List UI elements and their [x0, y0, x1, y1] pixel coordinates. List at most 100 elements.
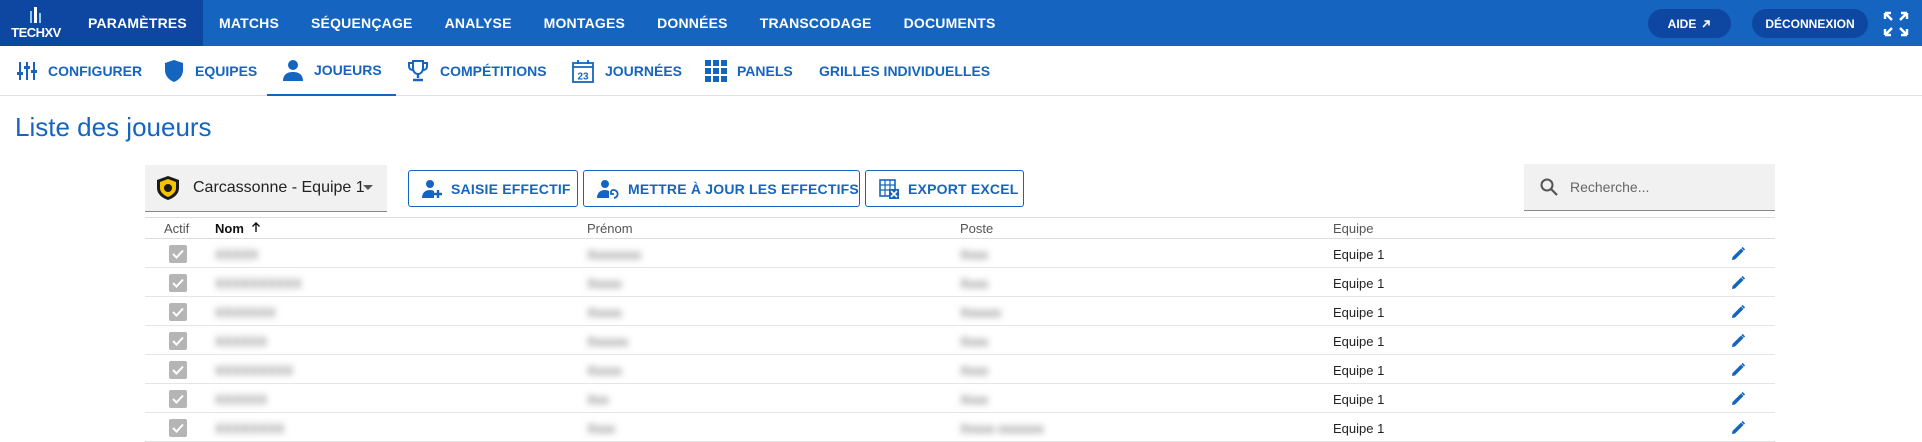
app-logo[interactable]: TECHXV	[0, 0, 72, 46]
tab-panels[interactable]: PANELS	[705, 46, 793, 95]
nav-parametres[interactable]: PARAMÈTRES	[72, 0, 203, 46]
nav-matchs[interactable]: MATCHS	[203, 0, 295, 46]
cell-prenom: Xxxxxx	[587, 334, 629, 349]
active-checkbox[interactable]	[169, 274, 187, 292]
update-roster-label: METTRE À JOUR LES EFFECTIFS	[628, 180, 859, 197]
main-nav: PARAMÈTRES MATCHS SÉQUENÇAGE ANALYSE MON…	[72, 0, 1012, 46]
check-icon	[172, 278, 184, 288]
check-icon	[172, 423, 184, 433]
cell-nom: XXXXXX	[215, 392, 268, 407]
tab-journees[interactable]: 23 JOURNÉES	[571, 46, 682, 95]
tab-grilles-individuelles[interactable]: GRILLES INDIVIDUELLES	[819, 46, 990, 95]
search-field[interactable]	[1524, 164, 1775, 211]
external-link-icon	[1702, 19, 1711, 28]
saisie-effectif-button[interactable]: SAISIE EFFECTIF	[408, 170, 578, 207]
header-prenom[interactable]: Prénom	[587, 221, 633, 236]
cell-nom: XXXXXXXX	[215, 421, 285, 436]
check-icon	[172, 307, 184, 317]
team-select[interactable]: Carcassonne - Equipe 1	[145, 165, 387, 212]
cell-nom: XXXXX	[215, 247, 259, 262]
excel-icon	[879, 178, 899, 199]
active-checkbox[interactable]	[169, 332, 187, 350]
tab-configurer[interactable]: CONFIGURER	[16, 46, 142, 95]
search-input[interactable]	[1570, 179, 1770, 195]
help-label: AIDE	[1667, 16, 1697, 31]
dropdown-arrow-icon	[363, 185, 373, 190]
cell-prenom: Xxxxxxxx	[587, 247, 642, 262]
edit-icon[interactable]	[1730, 246, 1746, 262]
cell-nom: XXXXXX	[215, 334, 268, 349]
sub-nav: CONFIGURER EQUIPES JOUEURS COMPÉTITIONS …	[0, 46, 1922, 96]
nav-documents[interactable]: DOCUMENTS	[888, 0, 1012, 46]
logo-text: TECHXV	[11, 24, 61, 40]
table-header: Actif Nom Prénom Poste Equipe	[145, 218, 1775, 239]
tab-competitions-label: COMPÉTITIONS	[440, 62, 547, 79]
table-row[interactable]: XXXXX Xxxxxxxx Xxxx Equipe 1	[145, 239, 1775, 268]
active-checkbox[interactable]	[169, 419, 187, 437]
cell-nom: XXXXXXX	[215, 305, 276, 320]
table-row[interactable]: XXXXXXXXXX Xxxxx Xxxx Equipe 1	[145, 268, 1775, 297]
active-checkbox[interactable]	[169, 390, 187, 408]
cell-poste: Xxxx	[960, 363, 989, 378]
check-icon	[172, 394, 184, 404]
update-roster-button[interactable]: METTRE À JOUR LES EFFECTIFS	[583, 170, 860, 207]
nav-montages[interactable]: MONTAGES	[528, 0, 641, 46]
nav-transcodage[interactable]: TRANSCODAGE	[744, 0, 888, 46]
tab-equipes-label: EQUIPES	[195, 62, 258, 79]
cell-equipe: Equipe 1	[1333, 392, 1385, 407]
active-checkbox[interactable]	[169, 245, 187, 263]
edit-icon[interactable]	[1730, 420, 1746, 436]
tab-equipes[interactable]: EQUIPES	[163, 46, 257, 95]
export-excel-button[interactable]: EXPORT EXCEL	[865, 170, 1024, 207]
cell-equipe: Equipe 1	[1333, 305, 1385, 320]
header-poste[interactable]: Poste	[960, 221, 993, 236]
fullscreen-icon[interactable]	[1882, 10, 1910, 38]
calendar-icon: 23	[572, 59, 594, 83]
players-table: Actif Nom Prénom Poste Equipe XXXXX Xxxxx…	[145, 217, 1775, 442]
nav-analyse[interactable]: ANALYSE	[429, 0, 528, 46]
tab-grilles-label: GRILLES INDIVIDUELLES	[819, 62, 991, 79]
cell-equipe: Equipe 1	[1333, 247, 1385, 262]
cell-poste: Xxxxx xxxxxxx	[960, 421, 1044, 436]
cell-prenom: Xxxxx	[587, 305, 622, 320]
active-checkbox[interactable]	[169, 303, 187, 321]
sliders-icon	[17, 61, 37, 80]
user-sync-icon	[597, 179, 619, 199]
grid-icon	[705, 59, 727, 82]
edit-icon[interactable]	[1730, 275, 1746, 291]
edit-icon[interactable]	[1730, 333, 1746, 349]
table-row[interactable]: XXXXXX Xxxxxx Xxxx Equipe 1	[145, 326, 1775, 355]
active-checkbox[interactable]	[169, 361, 187, 379]
check-icon	[172, 365, 184, 375]
help-button[interactable]: AIDE	[1648, 9, 1731, 38]
page-title: Liste des joueurs	[15, 112, 212, 142]
search-icon	[1540, 178, 1558, 196]
cell-nom: XXXXXXXXX	[215, 363, 294, 378]
table-row[interactable]: XXXXXXX Xxxxx Xxxxxx Equipe 1	[145, 297, 1775, 326]
edit-icon[interactable]	[1730, 362, 1746, 378]
top-app-bar: TECHXV PARAMÈTRES MATCHS SÉQUENÇAGE ANAL…	[0, 0, 1922, 46]
nav-sequencage[interactable]: SÉQUENÇAGE	[295, 0, 429, 46]
cell-poste: Xxxx	[960, 334, 989, 349]
nav-donnees[interactable]: DONNÉES	[641, 0, 744, 46]
team-select-value: Carcassonne - Equipe 1	[193, 179, 365, 196]
header-actif[interactable]: Actif	[164, 221, 189, 236]
tab-competitions[interactable]: COMPÉTITIONS	[406, 46, 547, 95]
edit-icon[interactable]	[1730, 391, 1746, 407]
table-row[interactable]: XXXXXXXX Xxxx Xxxxx xxxxxxx Equipe 1	[145, 413, 1775, 442]
cell-equipe: Equipe 1	[1333, 363, 1385, 378]
table-body: XXXXX Xxxxxxxx Xxxx Equipe 1 XXXXXXXXXX Xxxxx…	[145, 239, 1775, 442]
edit-icon[interactable]	[1730, 304, 1746, 320]
tab-panels-label: PANELS	[737, 62, 793, 79]
table-row[interactable]: XXXXXX Xxx Xxxx Equipe 1	[145, 384, 1775, 413]
saisie-effectif-label: SAISIE EFFECTIF	[451, 180, 571, 197]
table-row[interactable]: XXXXXXXXX Xxxxx Xxxx Equipe 1	[145, 355, 1775, 384]
person-icon	[283, 60, 303, 81]
header-nom[interactable]: Nom	[215, 221, 261, 236]
header-equipe[interactable]: Equipe	[1333, 221, 1373, 236]
export-excel-label: EXPORT EXCEL	[908, 180, 1019, 197]
logout-button[interactable]: DÉCONNEXION	[1752, 9, 1868, 38]
header-nom-label: Nom	[215, 221, 244, 236]
tab-joueurs[interactable]: JOUEURS	[267, 46, 396, 96]
add-user-icon	[422, 179, 442, 198]
